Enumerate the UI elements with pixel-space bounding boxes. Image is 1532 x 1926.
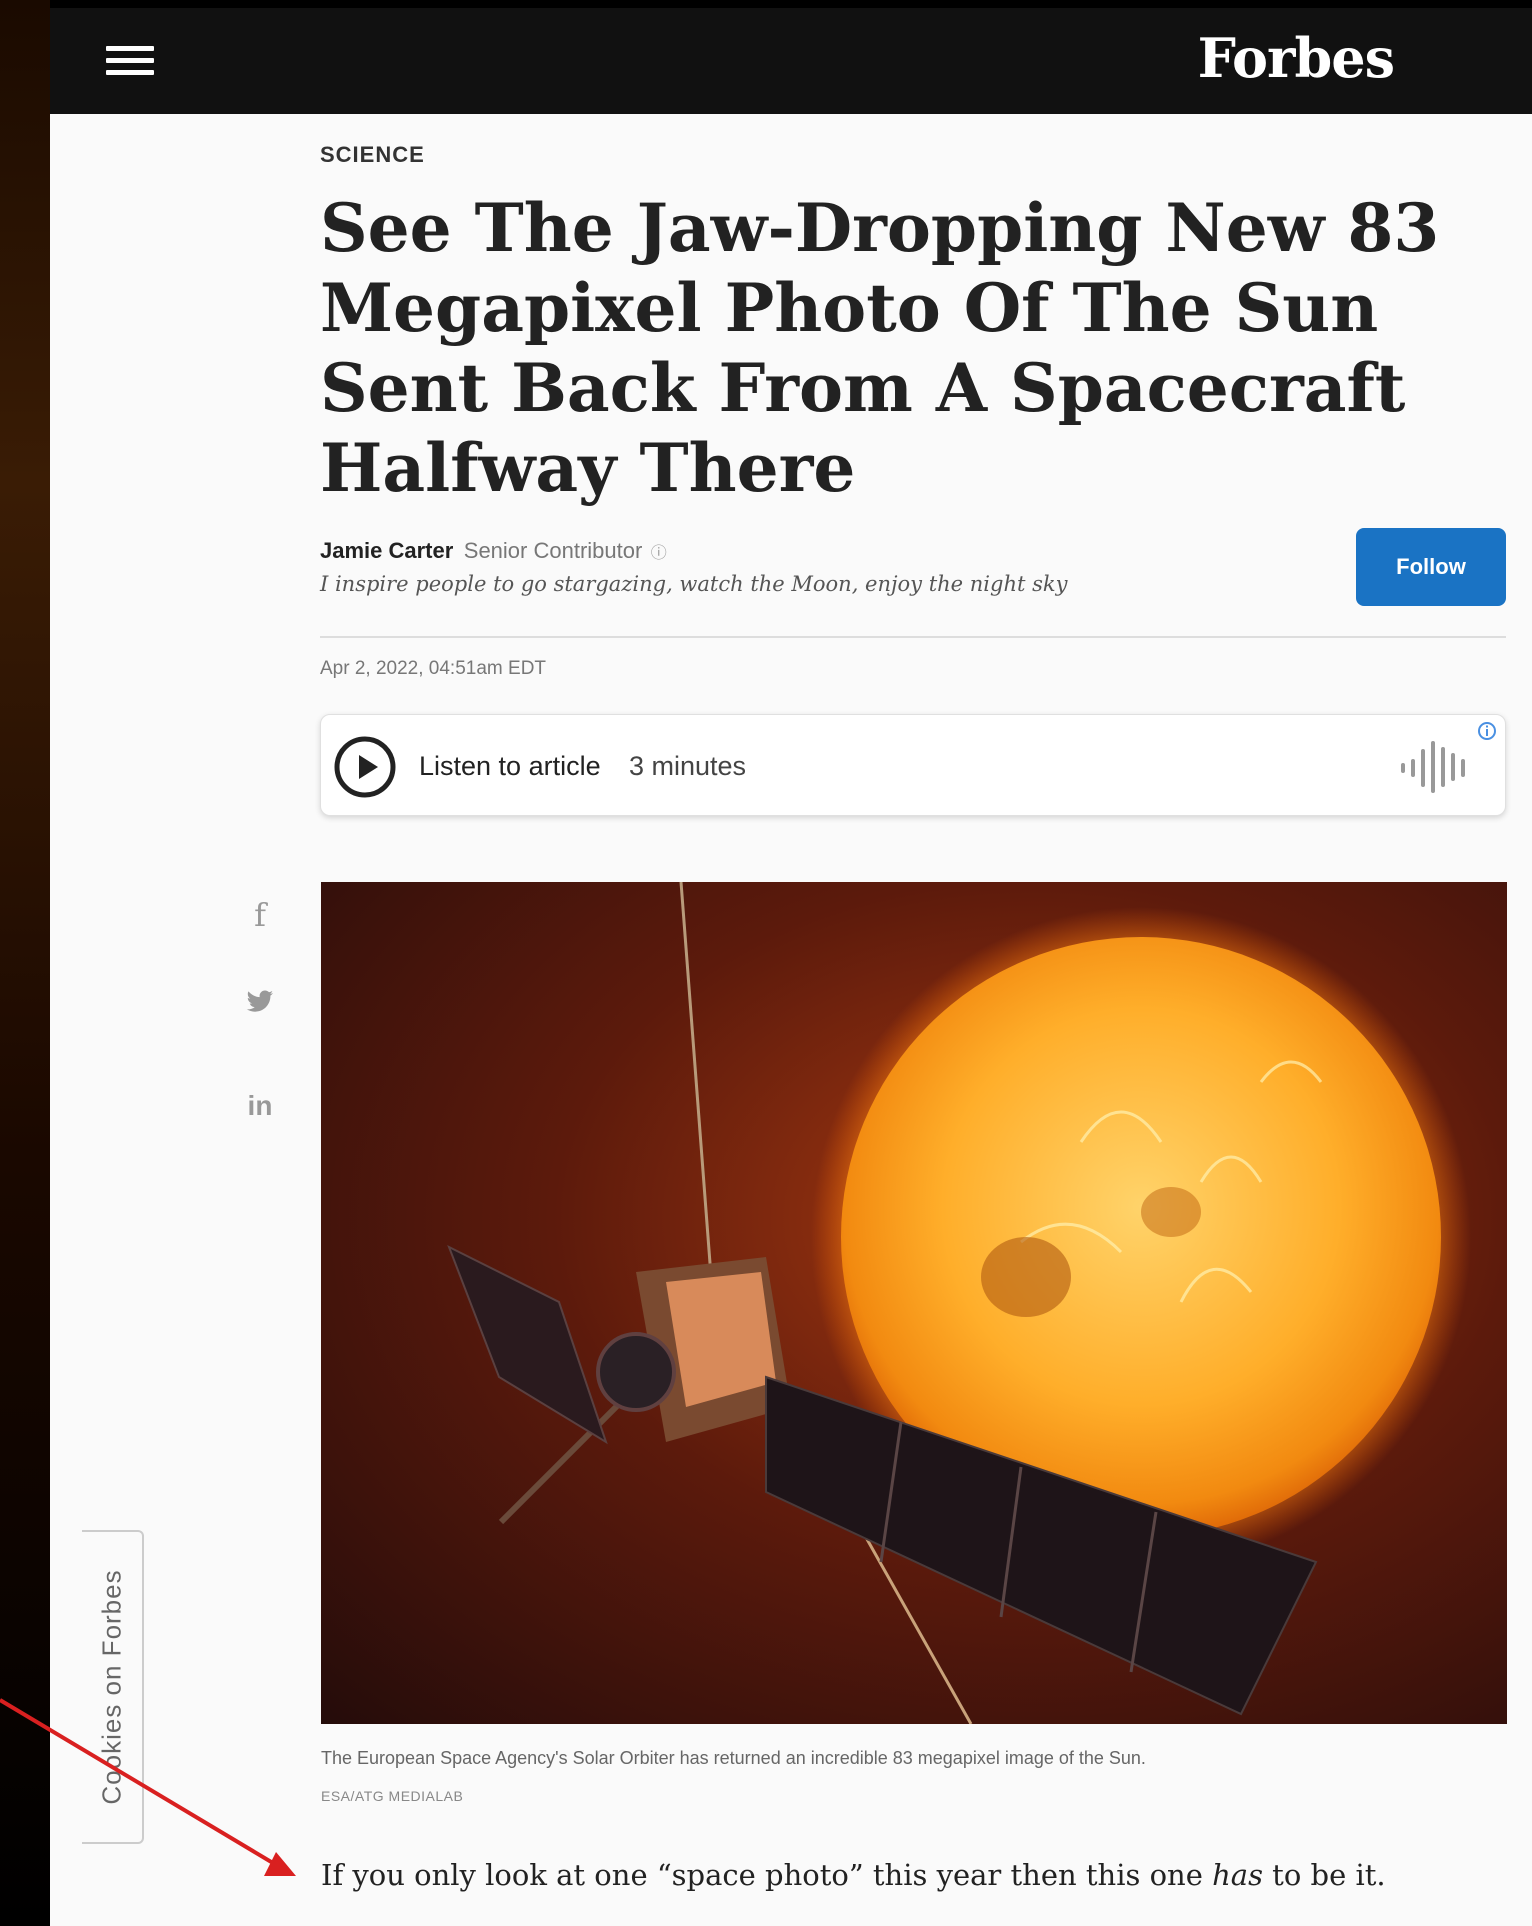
follow-button[interactable]: Follow — [1356, 528, 1506, 606]
menu-icon[interactable] — [106, 46, 154, 78]
listen-label[interactable]: Listen to article — [419, 751, 601, 782]
divider — [320, 636, 1506, 638]
brand-logo[interactable]: Forbes — [1198, 26, 1395, 90]
author-tagline: I inspire people to go stargazing, watch… — [320, 572, 1068, 596]
background-backdrop — [0, 0, 50, 1926]
twitter-icon[interactable] — [240, 990, 280, 1019]
article-title: See The Jaw-Dropping New 83 Megapixel Ph… — [320, 189, 1440, 507]
author-row: Jamie Carter Senior Contributor ⓘ I insp… — [320, 528, 1506, 606]
image-credit: ESA/ATG MEDIALAB — [321, 1788, 464, 1804]
cookies-tab[interactable]: Cookies on Forbes — [82, 1530, 144, 1844]
hero-image — [321, 882, 1507, 1724]
linkedin-icon[interactable]: in — [240, 1090, 280, 1122]
twitter-glyph — [246, 990, 273, 1012]
ad-info-icon[interactable] — [1477, 721, 1497, 741]
sun-spacecraft-illustration — [321, 882, 1507, 1724]
publish-date: Apr 2, 2022, 04:51am EDT — [320, 658, 547, 679]
intro-emphasis: has — [1212, 1858, 1263, 1892]
cookies-label: Cookies on Forbes — [96, 1569, 127, 1805]
image-caption: The European Space Agency's Solar Orbite… — [321, 1748, 1146, 1768]
intro-text-before: If you only look at one “space photo” th… — [321, 1858, 1213, 1892]
article-intro-paragraph: If you only look at one “space photo” th… — [321, 1858, 1386, 1892]
listen-to-article-player[interactable]: Listen to article 3 minutes — [320, 714, 1506, 816]
author-name[interactable]: Jamie Carter — [320, 538, 453, 563]
top-navigation-bar: Forbes — [50, 8, 1532, 114]
section-label[interactable]: SCIENCE — [320, 142, 425, 168]
listen-duration: 3 minutes — [629, 751, 747, 781]
play-icon[interactable] — [333, 735, 397, 799]
intro-text-after: to be it. — [1262, 1858, 1386, 1892]
info-icon[interactable]: ⓘ — [651, 545, 667, 562]
author-role: Senior Contributor — [463, 538, 643, 563]
audio-wave-icon — [1401, 741, 1465, 793]
facebook-icon[interactable]: f — [240, 896, 280, 934]
